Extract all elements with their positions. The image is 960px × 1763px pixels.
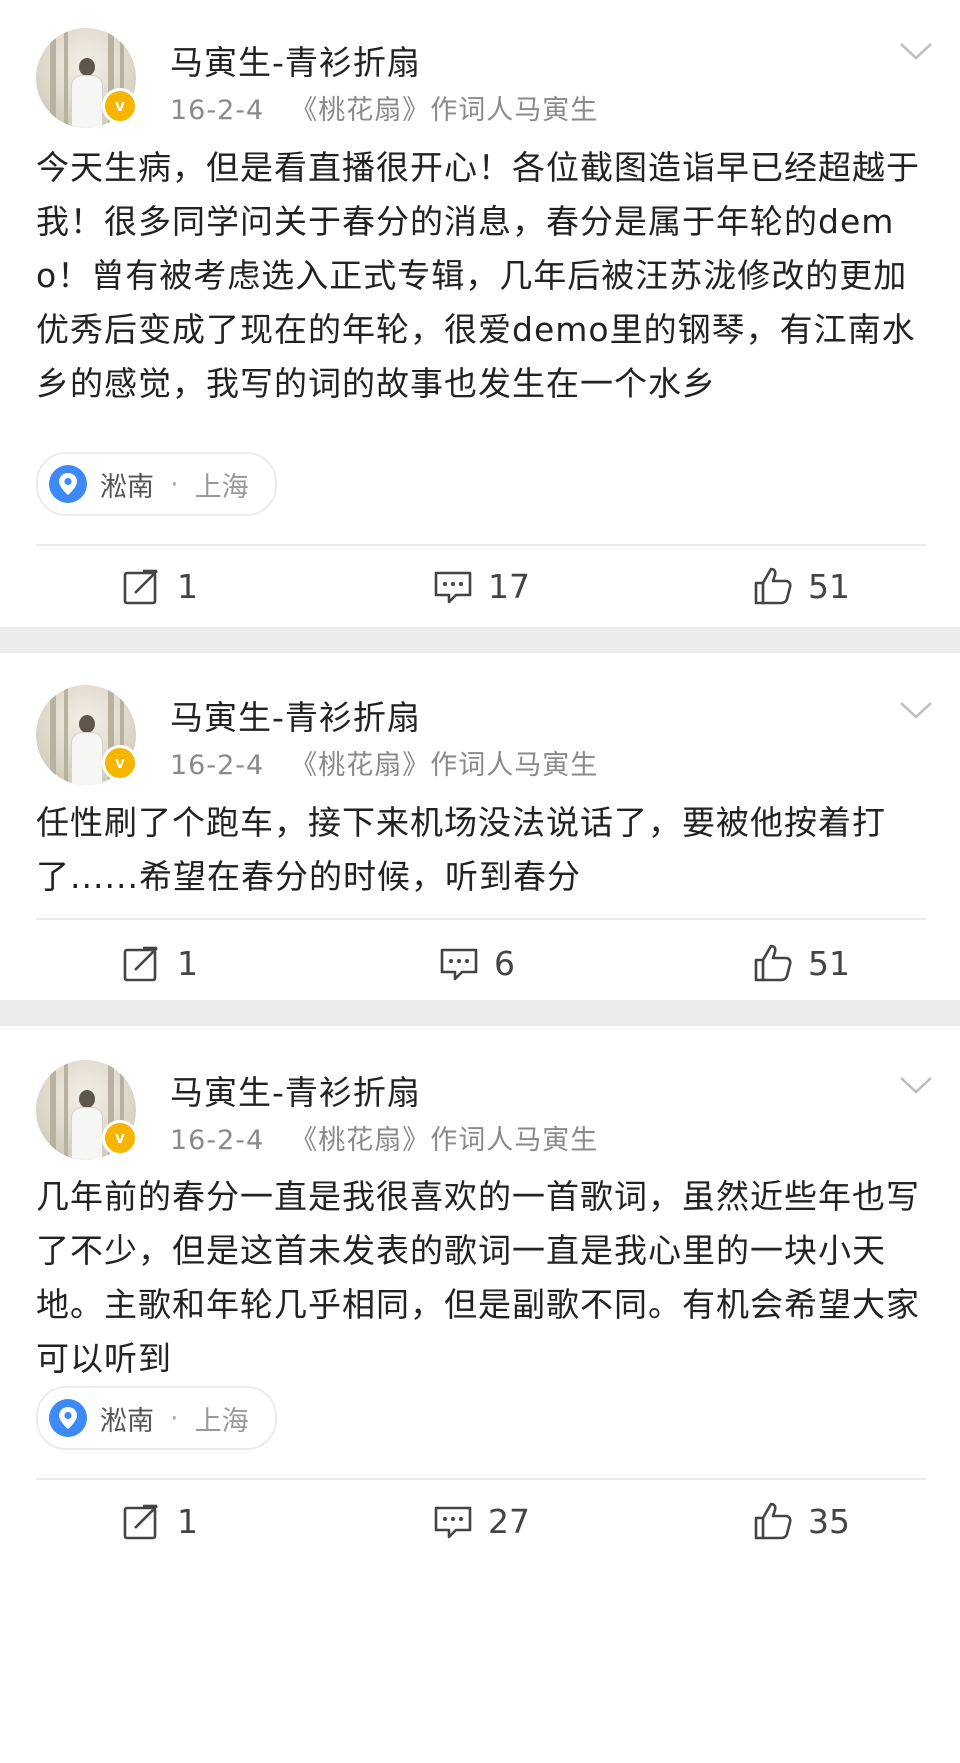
- avatar[interactable]: v: [36, 685, 138, 785]
- post-text: 今天生病，但是看直播很开心！各位截图造诣早已经超越于我！很多同学问关于春分的消息…: [36, 148, 920, 403]
- author-name[interactable]: 马寅生-青衫折扇: [170, 1066, 421, 1114]
- post-text: 几年前的春分一直是我很喜欢的一首歌词，虽然近些年也写了不少，但是这首未发表的歌词…: [36, 1177, 920, 1378]
- post-source: 《桃花扇》作词人马寅生: [290, 1125, 599, 1156]
- location-place: 淞南: [100, 471, 154, 503]
- comment-icon: [434, 571, 472, 604]
- weibo-post-2: v 马寅生-青衫折扇 16-2-4 《桃花扇》作词人马寅生 任性刷了个跑车，接下来…: [0, 653, 960, 1000]
- comment-button[interactable]: 27: [432, 1499, 530, 1543]
- repost-icon: [123, 569, 158, 605]
- post-date: 16-2-4: [170, 750, 265, 781]
- repost-count: 1: [177, 566, 198, 606]
- author-name[interactable]: 马寅生-青衫折扇: [170, 36, 421, 84]
- post-date: 16-2-4: [170, 1125, 265, 1156]
- divider: [36, 918, 926, 920]
- repost-icon: [123, 946, 158, 982]
- location-pin-icon: [49, 1399, 87, 1437]
- location-tag[interactable]: 淞南 · 上海: [36, 1386, 277, 1450]
- location-city: 上海: [194, 1405, 249, 1437]
- post-meta: 16-2-4 《桃花扇》作词人马寅生: [170, 88, 598, 127]
- verified-badge-icon: v: [102, 1120, 138, 1156]
- verified-badge-icon: v: [102, 88, 138, 124]
- repost-button[interactable]: 1: [121, 941, 198, 985]
- post-date: 16-2-4: [170, 95, 265, 126]
- like-count: 51: [808, 566, 850, 606]
- avatar[interactable]: v: [36, 1060, 138, 1160]
- divider: [36, 544, 926, 546]
- location-tag[interactable]: 淞南 · 上海: [36, 452, 277, 516]
- comment-button[interactable]: 17: [432, 564, 530, 608]
- repost-button[interactable]: 1: [121, 1499, 198, 1543]
- location-city: 上海: [194, 471, 249, 503]
- post-source: 《桃花扇》作词人马寅生: [290, 750, 599, 781]
- comment-icon: [434, 1506, 472, 1539]
- post-meta: 16-2-4 《桃花扇》作词人马寅生: [170, 743, 598, 782]
- location-separator: ·: [170, 1402, 179, 1434]
- avatar[interactable]: v: [36, 28, 138, 128]
- comment-count: 27: [488, 1501, 530, 1541]
- repost-count: 1: [177, 943, 198, 983]
- like-button[interactable]: 51: [752, 564, 850, 608]
- location-pin-icon: [49, 465, 87, 503]
- chevron-down-icon[interactable]: [898, 699, 934, 721]
- verified-badge-icon: v: [102, 745, 138, 781]
- like-count: 35: [808, 1501, 850, 1541]
- comment-count: 6: [494, 943, 515, 983]
- post-meta: 16-2-4 《桃花扇》作词人马寅生: [170, 1118, 598, 1157]
- comment-button[interactable]: 6: [438, 941, 515, 985]
- like-count: 51: [808, 943, 850, 983]
- author-name[interactable]: 马寅生-青衫折扇: [170, 691, 421, 739]
- location-separator: ·: [170, 468, 179, 500]
- repost-icon: [123, 1504, 158, 1540]
- like-button[interactable]: 51: [752, 941, 850, 985]
- comment-count: 17: [488, 566, 530, 606]
- location-place: 淞南: [100, 1405, 154, 1437]
- weibo-post-1: v 马寅生-青衫折扇 16-2-4 《桃花扇》作词人马寅生 今天生病，但是看直播很…: [0, 0, 960, 627]
- divider: [36, 1478, 926, 1480]
- chevron-down-icon[interactable]: [898, 40, 934, 62]
- thumbs-up-icon: [754, 944, 792, 982]
- post-text: 任性刷了个跑车，接下来机场没法说话了，要被他按着打了......希望在春分的时候…: [36, 803, 886, 896]
- chevron-down-icon[interactable]: [898, 1074, 934, 1096]
- weibo-post-3: v 马寅生-青衫折扇 16-2-4 《桃花扇》作词人马寅生 几年前的春分一直是我很…: [0, 1026, 960, 1763]
- post-source: 《桃花扇》作词人马寅生: [290, 95, 599, 126]
- thumbs-up-icon: [754, 1502, 792, 1540]
- thumbs-up-icon: [754, 567, 792, 605]
- repost-button[interactable]: 1: [121, 564, 198, 608]
- like-button[interactable]: 35: [752, 1499, 850, 1543]
- comment-icon: [440, 948, 478, 981]
- repost-count: 1: [177, 1501, 198, 1541]
